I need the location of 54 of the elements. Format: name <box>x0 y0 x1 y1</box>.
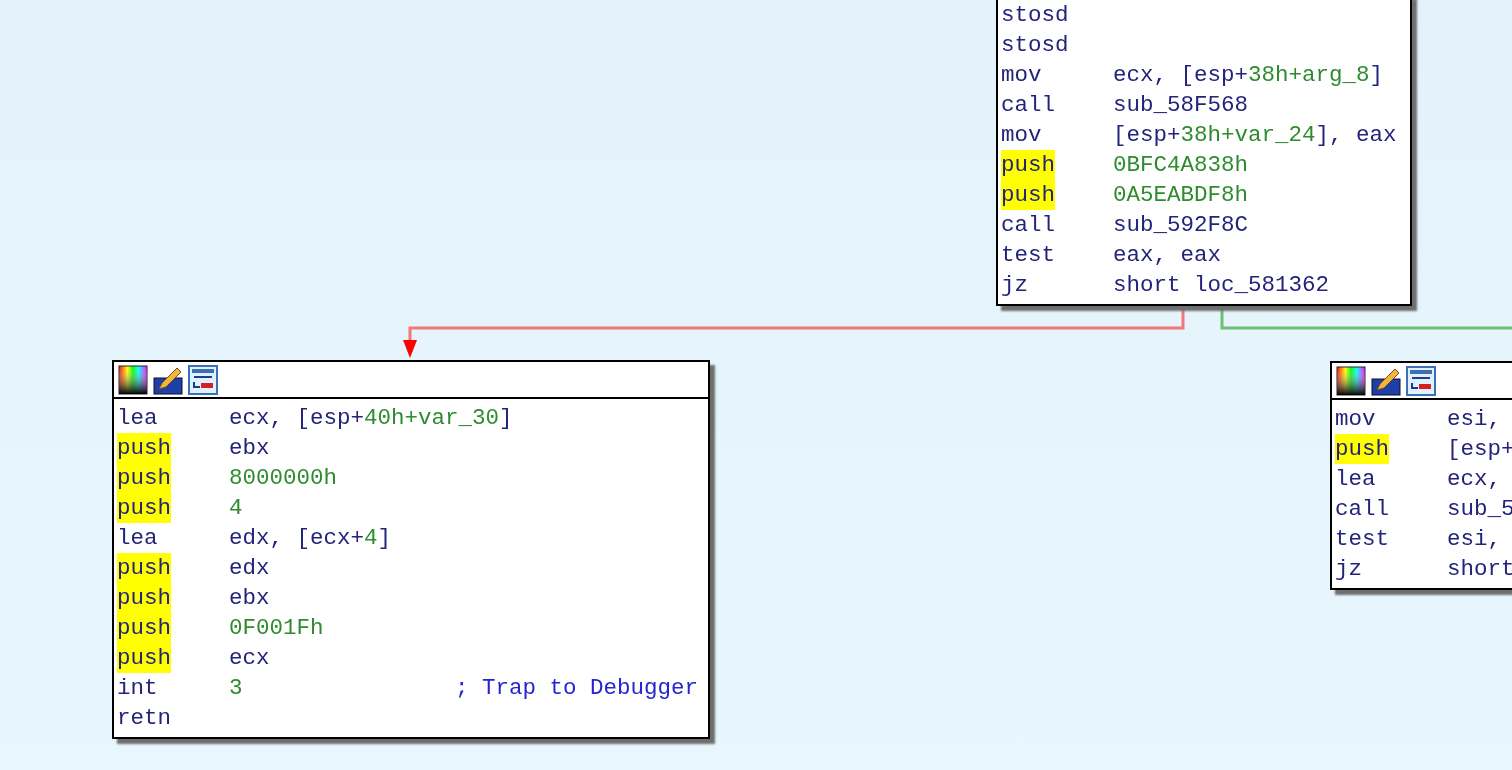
mnemonic: lea <box>117 404 158 433</box>
color-palette-icon[interactable] <box>118 364 148 395</box>
mnemonic: push <box>117 643 171 673</box>
mnemonic: mov <box>1001 121 1042 150</box>
mnemonic: call <box>1001 91 1055 120</box>
operand: 3 <box>229 674 244 703</box>
mnemonic: test <box>1335 525 1389 554</box>
mnemonic: mov <box>1335 405 1376 434</box>
mnemonic: push <box>117 583 171 613</box>
mnemonic: push <box>117 493 171 523</box>
operand: [esp+38h+var_24], eax <box>1113 121 1397 150</box>
operand: edx <box>229 554 270 583</box>
graph-icon[interactable] <box>1406 365 1436 396</box>
operand: ecx, [esp+38h+arg_8] <box>1113 61 1384 90</box>
operand: 8000000h <box>229 464 338 493</box>
mnemonic: push <box>117 553 171 583</box>
operand: sub_58F568 <box>1113 91 1249 120</box>
operand: 0F001Fh <box>229 614 324 643</box>
operand: ebx <box>229 584 270 613</box>
operand: short loc_581362 <box>1113 271 1330 300</box>
operand: ecx <box>229 644 270 673</box>
operand: esi, <box>1447 405 1501 434</box>
mnemonic: jz <box>1001 271 1028 300</box>
mnemonic: mov <box>1001 61 1042 90</box>
operand: ecx, <box>1447 465 1501 494</box>
mnemonic: call <box>1335 495 1389 524</box>
operand: short <box>1447 555 1512 584</box>
mnemonic: lea <box>1335 465 1376 494</box>
operand: ebx <box>229 434 270 463</box>
mnemonic: push <box>117 613 171 643</box>
mnemonic: push <box>1001 150 1055 180</box>
operand: esi, <box>1447 525 1501 554</box>
mnemonic: push <box>1335 434 1389 464</box>
mnemonic: call <box>1001 211 1055 240</box>
operand: 0BFC4A838h <box>1113 151 1249 180</box>
mnemonic: retn <box>117 704 171 733</box>
color-palette-icon[interactable] <box>1336 365 1366 396</box>
operand: edx, [ecx+4] <box>229 524 392 553</box>
comment: ; Trap to Debugger <box>455 674 699 703</box>
mnemonic: stosd <box>1001 31 1069 60</box>
mnemonic: stosd <box>1001 1 1069 30</box>
operand: 0A5EABDF8h <box>1113 181 1249 210</box>
operand: sub_592F8C <box>1113 211 1249 240</box>
operand: eax, eax <box>1113 241 1222 270</box>
mnemonic: jz <box>1335 555 1362 584</box>
mnemonic: int <box>117 674 158 703</box>
mnemonic: push <box>1001 180 1055 210</box>
graph-icon[interactable] <box>188 364 218 395</box>
mnemonic: lea <box>117 524 158 553</box>
operand: ecx, [esp+40h+var_30] <box>229 404 513 433</box>
mnemonic: test <box>1001 241 1055 270</box>
mnemonic: push <box>117 463 171 493</box>
operand: 4 <box>229 494 243 523</box>
mnemonic: push <box>117 433 171 463</box>
